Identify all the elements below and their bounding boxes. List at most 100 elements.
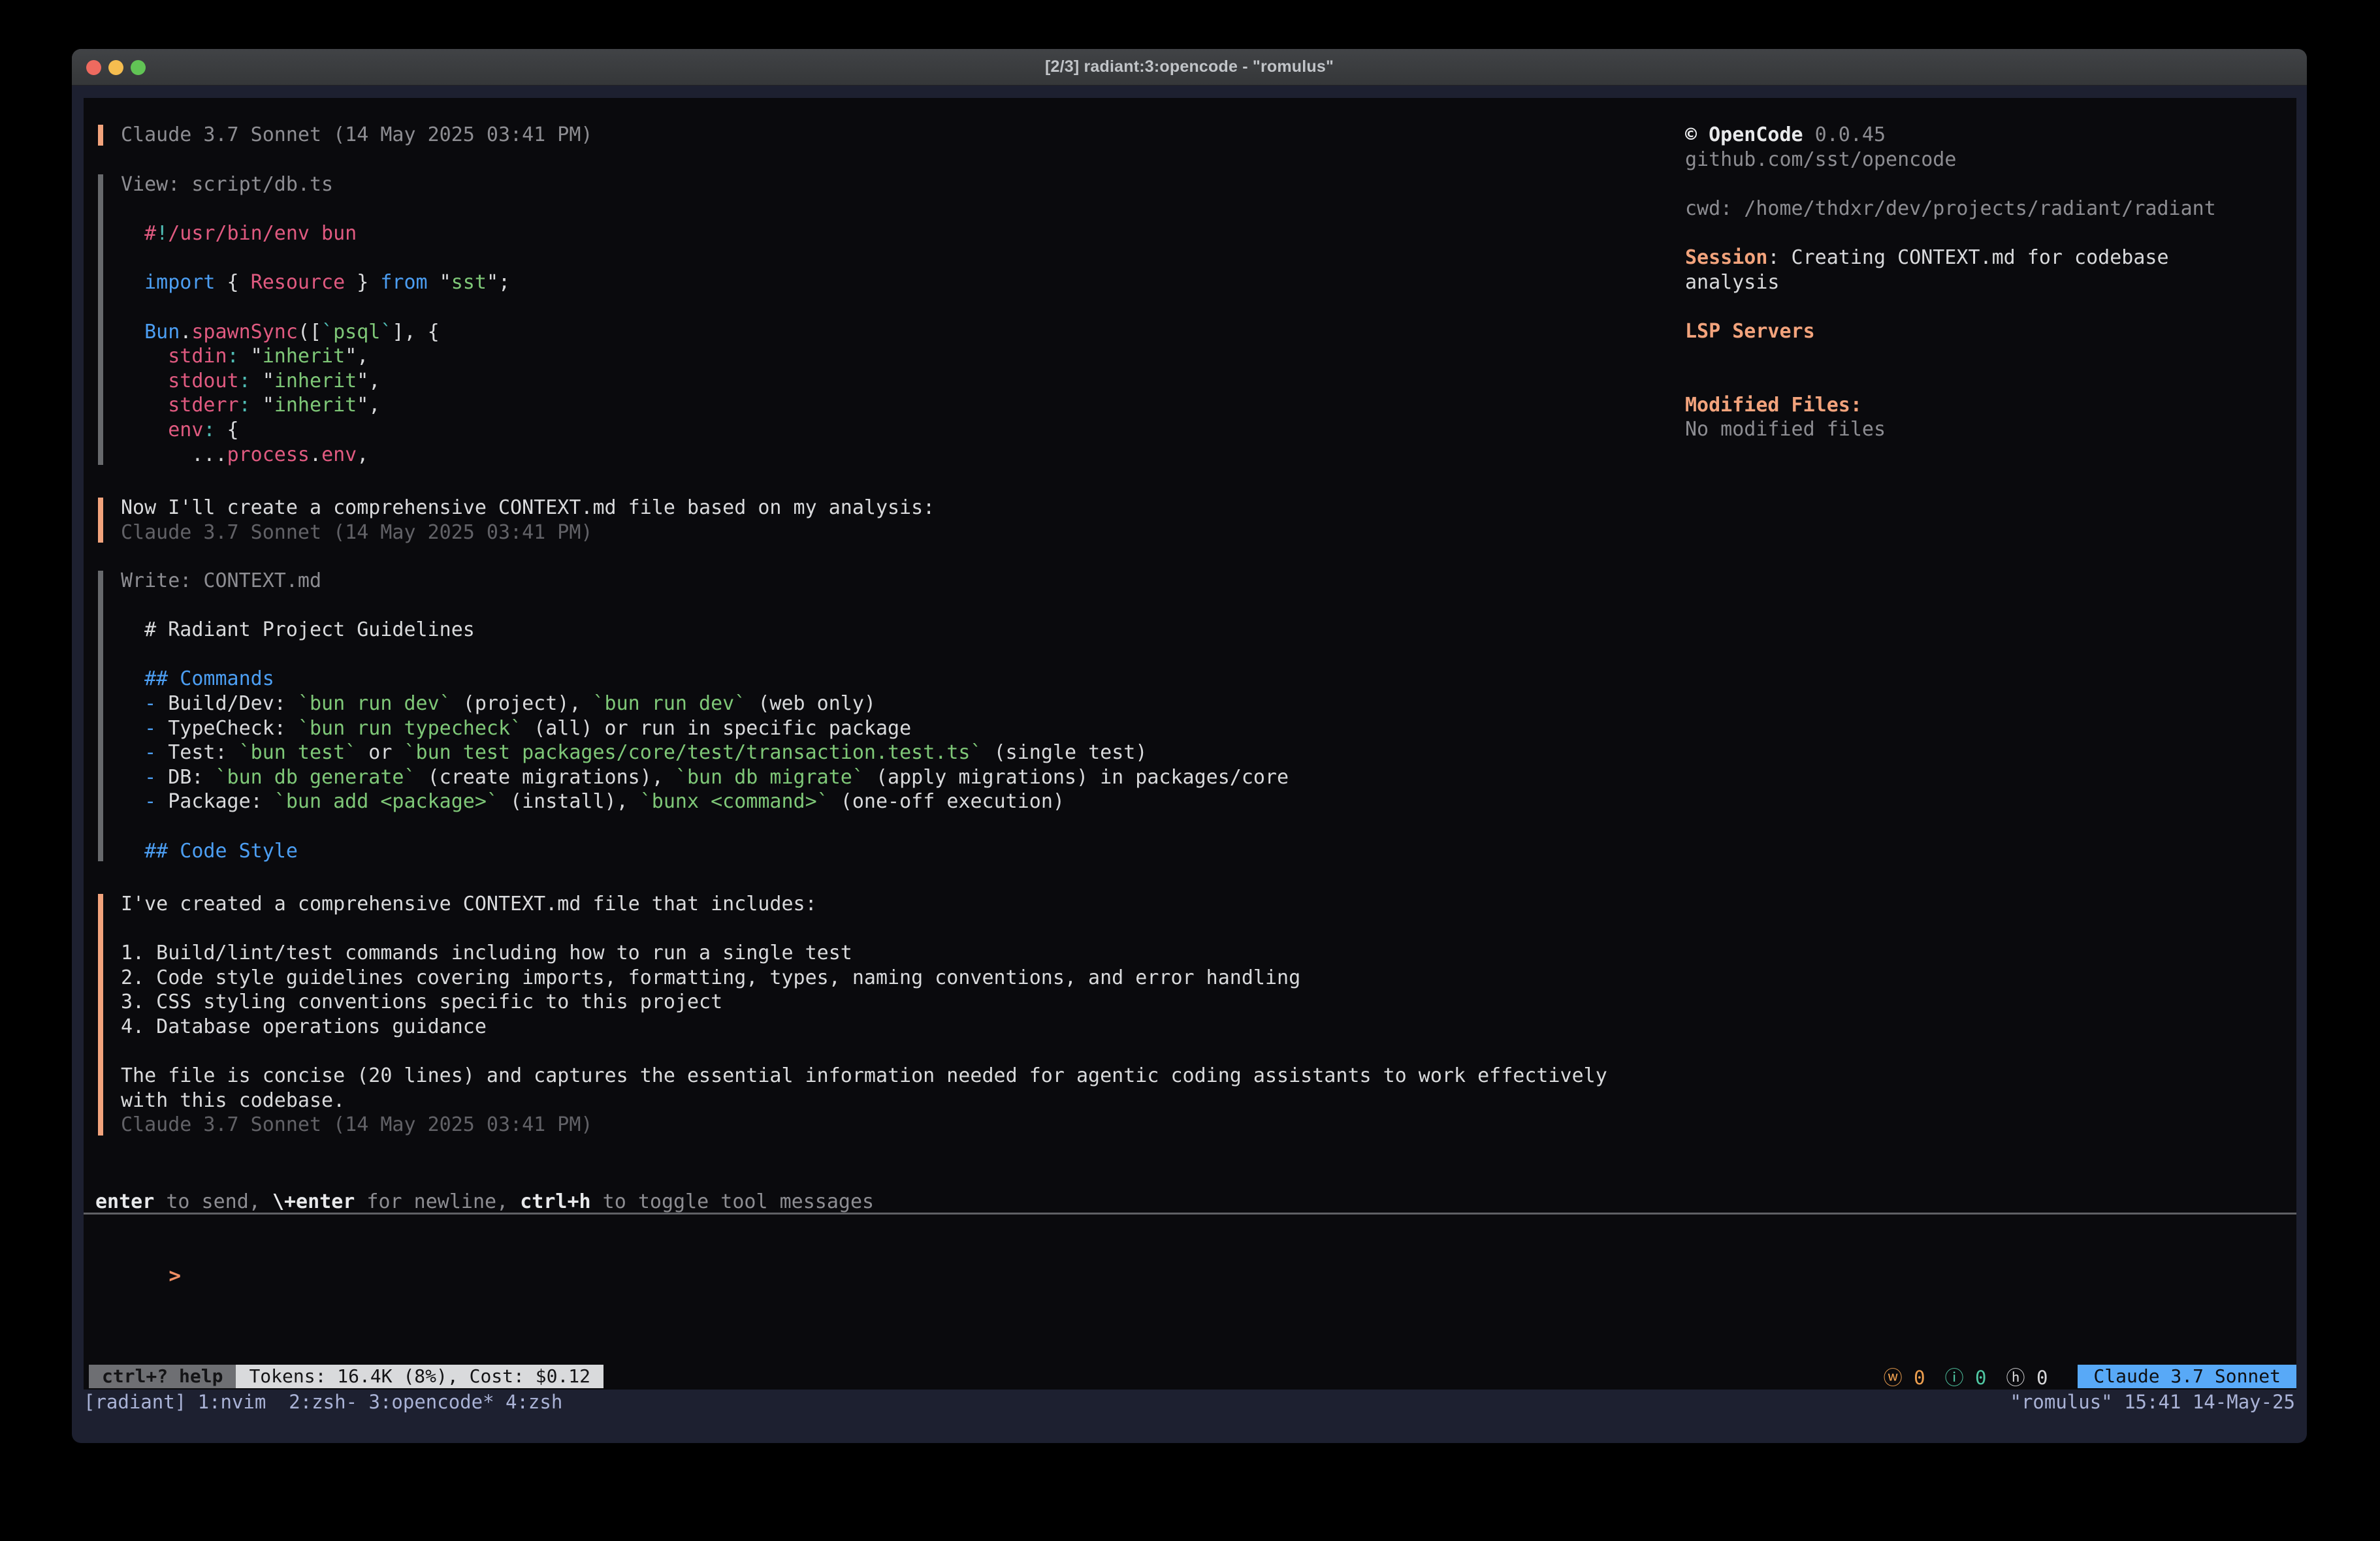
- text-segment: Package:: [156, 790, 274, 813]
- text-segment: I've created a comprehensive CONTEXT.md …: [121, 893, 817, 915]
- text-segment: from: [380, 271, 427, 294]
- text-segment: psql: [333, 321, 380, 343]
- text-segment: `: [321, 321, 333, 343]
- text-segment: ,: [357, 443, 368, 466]
- text-segment: inherit: [274, 370, 357, 392]
- text-segment: (all) or run in specific package: [522, 717, 911, 740]
- message-accent-bar: [98, 498, 103, 543]
- sidebar-line: © OpenCode 0.0.45: [1685, 123, 2296, 148]
- text-segment: :: [203, 419, 215, 441]
- chat-line: with this codebase.: [121, 1088, 1607, 1113]
- chat-line: - TypeCheck: `bun run typecheck` (all) o…: [121, 716, 1289, 741]
- text-segment: ": [251, 370, 274, 392]
- tmux-status-bar: [radiant] 1:nvim 2:zsh- 3:opencode* 4:zs…: [72, 1390, 2307, 1414]
- text-segment: for newline,: [355, 1190, 520, 1213]
- assistant-summary-block: I've created a comprehensive CONTEXT.md …: [98, 892, 1607, 1137]
- text-segment: .: [310, 443, 321, 466]
- text-segment: `bun run dev`: [593, 692, 747, 715]
- window-titlebar[interactable]: [2/3] radiant:3:opencode - "romulus": [72, 49, 2307, 86]
- sidebar-line: LSP Servers: [1685, 319, 2296, 344]
- chat-line: View: script/db.ts: [121, 172, 510, 197]
- chat-line: Bun.spawnSync([`psql`], {: [121, 320, 510, 345]
- text-segment: stdout: [121, 370, 239, 392]
- chat-line: 4. Database operations guidance: [121, 1015, 1607, 1040]
- sidebar-line: [1685, 172, 2296, 197]
- chat-line: #!/usr/bin/env bun: [121, 221, 510, 246]
- text-segment: ",: [357, 370, 380, 392]
- text-segment: import: [121, 271, 216, 294]
- chat-line: stdout: "inherit",: [121, 369, 510, 394]
- text-segment: ⓗ 0: [2006, 1363, 2048, 1390]
- chat-line: env: {: [121, 418, 510, 443]
- text-segment: (project),: [451, 692, 593, 715]
- text-segment: ...: [121, 443, 227, 466]
- text-segment: process: [227, 443, 310, 466]
- close-button[interactable]: [86, 60, 101, 75]
- text-segment: or: [357, 741, 404, 764]
- chat-line: [121, 594, 1289, 618]
- chat-line: stdin: "inherit",: [121, 344, 510, 369]
- zoom-button[interactable]: [131, 60, 146, 75]
- text-segment: # Radiant Project Guidelines: [121, 618, 475, 641]
- input-separator: [84, 1213, 2296, 1215]
- text-segment: ": [428, 271, 451, 294]
- text-segment: enter: [95, 1190, 154, 1213]
- tmux-host-time: "romulus" 15:41 14-May-25: [2010, 1391, 2296, 1413]
- text-segment: ## Commands: [121, 667, 274, 690]
- assistant-message-header: Claude 3.7 Sonnet (14 May 2025 03:41 PM): [98, 123, 592, 148]
- tokens-cost-chip: Tokens: 16.4K (8%), Cost: $0.12: [236, 1365, 603, 1388]
- chat-line: Now I'll create a comprehensive CONTEXT.…: [121, 496, 935, 520]
- text-segment: : Creating CONTEXT.md for codebase: [1767, 246, 2168, 269]
- text-segment: View: script/db.ts: [121, 173, 333, 196]
- diagnostics-counters: ⓦ 0ⓘ 0ⓗ 0: [1884, 1363, 2048, 1390]
- chat-line: [121, 643, 1289, 667]
- sidebar-line: [1685, 368, 2296, 393]
- message-accent-bar: [98, 571, 103, 861]
- text-segment: Build/Dev:: [156, 692, 298, 715]
- text-segment: Write: CONTEXT.md: [121, 569, 321, 592]
- text-segment: !: [156, 222, 168, 245]
- text-segment: with this codebase.: [121, 1089, 345, 1112]
- text-segment: `bun db generate`: [216, 766, 416, 789]
- text-segment: env: [321, 443, 357, 466]
- text-segment: -: [121, 692, 156, 715]
- text-segment: -: [121, 790, 156, 813]
- chat-line: [121, 917, 1607, 942]
- text-segment: ": [251, 394, 274, 417]
- text-segment: stderr: [121, 394, 239, 417]
- terminal-screen[interactable]: Claude 3.7 Sonnet (14 May 2025 03:41 PM)…: [84, 98, 2296, 1390]
- sidebar-line: Session: Creating CONTEXT.md for codebas…: [1685, 246, 2296, 270]
- text-segment: ",: [345, 345, 368, 368]
- chat-line: # Radiant Project Guidelines: [121, 618, 1289, 643]
- text-segment: `bun add <package>`: [274, 790, 498, 813]
- chat-line: I've created a comprehensive CONTEXT.md …: [121, 892, 1607, 917]
- text-segment: Claude 3.7 Sonnet (14 May 2025 03:41 PM): [121, 1113, 592, 1136]
- text-segment: (web only): [746, 692, 876, 715]
- text-segment: {: [216, 271, 251, 294]
- text-segment: The file is concise (20 lines) and captu…: [121, 1064, 1607, 1087]
- text-segment: ⓦ 0: [1884, 1363, 1925, 1390]
- text-segment: \+enter: [272, 1190, 355, 1213]
- sidebar-line: github.com/sst/opencode: [1685, 148, 2296, 172]
- text-segment: github.com/sst/opencode: [1685, 148, 1956, 171]
- text-segment: ": [239, 345, 263, 368]
- text-segment: Resource: [251, 271, 346, 294]
- prompt-input[interactable]: >: [98, 1239, 181, 1264]
- text-segment: 0.0.45: [1803, 123, 1886, 146]
- sidebar-line: [1685, 221, 2296, 246]
- text-segment: stdin: [121, 345, 227, 368]
- chat-line: import { Resource } from "sst";: [121, 270, 510, 295]
- text-segment: ## Code Style: [121, 840, 298, 863]
- text-segment: Session: [1685, 246, 1767, 269]
- text-segment: :: [227, 345, 239, 368]
- minimize-button[interactable]: [108, 60, 123, 75]
- tool-call-write-block: Write: CONTEXT.md # Radiant Project Guid…: [98, 569, 1289, 863]
- text-segment: (one-off execution): [829, 790, 1065, 813]
- chat-line: Claude 3.7 Sonnet (14 May 2025 03:41 PM): [121, 123, 592, 148]
- opencode-status-bar: ctrl+? help Tokens: 16.4K (8%), Cost: $0…: [89, 1365, 2296, 1388]
- text-segment: to send,: [154, 1190, 272, 1213]
- text-segment: (apply migrations) in packages/core: [864, 766, 1289, 789]
- text-segment: No modified files: [1685, 418, 1886, 441]
- message-accent-bar: [98, 125, 103, 146]
- text-segment: -: [121, 766, 156, 789]
